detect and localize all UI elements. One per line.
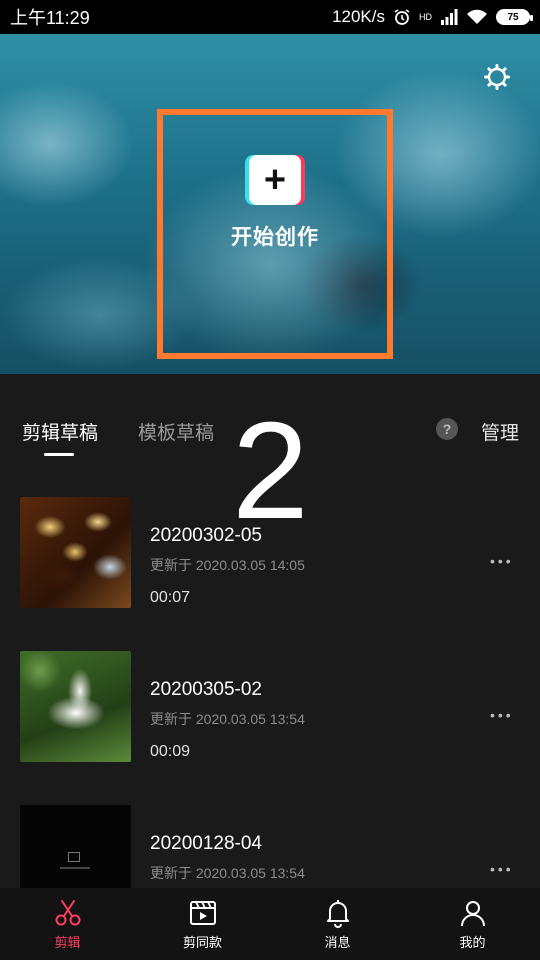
draft-title: 20200302-05 (150, 525, 262, 546)
nav-label: 消息 (324, 934, 351, 950)
manage-button[interactable]: 管理 (481, 418, 519, 445)
tab-underline (44, 453, 74, 456)
list-item[interactable]: 20200302-05 更新于 2020.03.05 14:05 00:07 •… (0, 497, 540, 609)
bottom-navigation: 剪辑 剪同款 消息 我的 (0, 888, 540, 960)
draft-duration: 00:09 (150, 743, 191, 760)
alarm-icon (394, 9, 410, 25)
status-time: 上午11:29 (10, 8, 90, 28)
draft-updated-time: 更新于 2020.03.05 14:05 (150, 557, 305, 573)
draft-updated-time: 更新于 2020.03.05 13:54 (150, 711, 305, 727)
more-options-icon[interactable]: ••• (490, 707, 514, 723)
nav-profile[interactable]: 我的 (405, 888, 540, 960)
nav-label: 剪同款 (182, 934, 222, 950)
thumbnail-caption-line (60, 867, 90, 869)
person-icon (460, 900, 485, 926)
bell-icon (326, 899, 349, 928)
nav-label: 剪辑 (54, 934, 81, 950)
status-indicators: 120K/s HD 75 (332, 7, 533, 27)
tab-edit-drafts[interactable]: 剪辑草稿 (22, 418, 98, 445)
more-options-icon[interactable]: ••• (490, 553, 514, 569)
hd-label: HD (419, 11, 432, 22)
nav-edit[interactable]: 剪辑 (0, 888, 135, 960)
status-bar: 上午11:29 120K/s HD 75 (0, 0, 540, 34)
settings-gear-icon[interactable] (484, 64, 510, 90)
start-create-content: + 开始创作 (163, 155, 387, 251)
draft-title: 20200305-02 (150, 679, 262, 700)
scissors-icon (55, 899, 80, 925)
start-create-label: 开始创作 (231, 226, 319, 249)
signal-icon (441, 9, 458, 25)
more-options-icon[interactable]: ••• (490, 861, 514, 877)
plus-icon: + (249, 155, 301, 205)
help-icon[interactable]: ? (436, 418, 458, 440)
network-speed: 120K/s (332, 7, 385, 26)
list-item[interactable]: 20200305-02 更新于 2020.03.05 13:54 00:09 •… (0, 651, 540, 763)
draft-updated-time: 更新于 2020.03.05 13:54 (150, 865, 305, 881)
nav-messages[interactable]: 消息 (270, 888, 405, 960)
nav-label: 我的 (459, 934, 486, 950)
clapperboard-icon (189, 900, 216, 925)
draft-thumbnail (20, 497, 131, 608)
nav-templates[interactable]: 剪同款 (135, 888, 270, 960)
plus-glyph: + (263, 159, 287, 201)
draft-duration: 00:07 (150, 589, 191, 606)
battery-indicator: 75 (496, 9, 533, 25)
wifi-icon (467, 9, 487, 24)
tab-template-drafts[interactable]: 模板草稿 (138, 418, 214, 445)
start-create-button[interactable]: + 开始创作 (157, 109, 393, 359)
thumbnail-logo-icon (68, 852, 80, 862)
draft-title: 20200128-04 (150, 833, 262, 854)
hero-banner: + 开始创作 (0, 34, 540, 374)
draft-thumbnail (20, 651, 131, 762)
